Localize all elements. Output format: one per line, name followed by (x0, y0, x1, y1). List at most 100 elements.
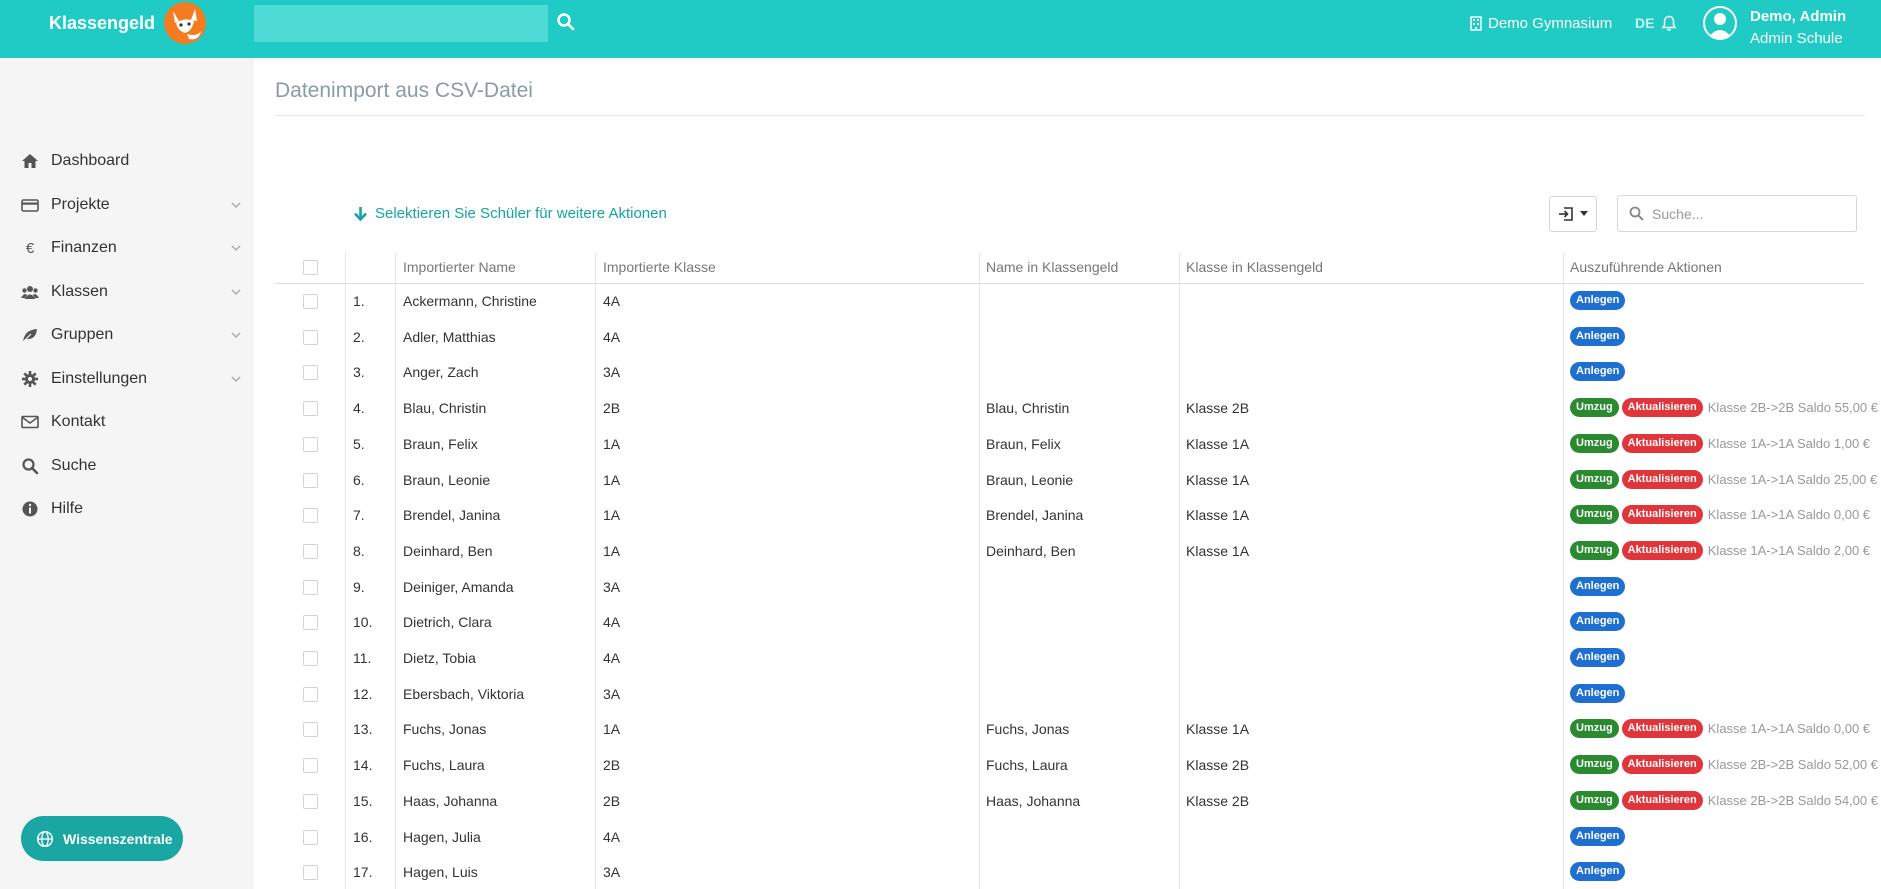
umzug-badge[interactable]: Umzug (1570, 434, 1619, 453)
aktualisieren-badge[interactable]: Aktualisieren (1621, 470, 1703, 489)
top-search-input[interactable] (254, 5, 548, 42)
row-checkbox[interactable] (303, 508, 318, 523)
anlegen-badge[interactable]: Anlegen (1570, 684, 1626, 703)
table-row[interactable]: 8. Deinhard, Ben 1A Deinhard, Ben Klasse 1A U… (275, 534, 1870, 569)
brand[interactable]: Klassengeld (49, 0, 209, 46)
column-header-imported-name[interactable]: Importierter Name (403, 259, 516, 275)
table-row[interactable]: 16. Hagen, Julia 4A Anlegen (275, 820, 1864, 855)
umzug-badge[interactable]: Umzug (1570, 755, 1619, 774)
umzug-badge[interactable]: Umzug (1570, 541, 1619, 560)
aktualisieren-badge[interactable]: Aktualisieren (1621, 791, 1703, 810)
table-row[interactable]: 14. Fuchs, Laura 2B Fuchs, Laura Klasse 2B Um… (275, 748, 1878, 783)
aktualisieren-badge[interactable]: Aktualisieren (1621, 719, 1703, 738)
name-in-klassengeld: Brendel, Janina (986, 507, 1084, 523)
table-row[interactable]: 10. Dietrich, Clara 4A Anlegen (275, 605, 1864, 640)
school-link[interactable]: Demo Gymnasium (1470, 0, 1612, 46)
imported-class: 1A (603, 721, 621, 737)
anlegen-badge[interactable]: Anlegen (1570, 648, 1626, 667)
sidebar-item-hilfe[interactable]: Hilfe (0, 494, 254, 524)
row-checkbox[interactable] (303, 794, 318, 809)
table-row[interactable]: 1. Ackermann, Christine 4A Anlegen (275, 284, 1864, 319)
aktualisieren-badge[interactable]: Aktualisieren (1621, 434, 1703, 453)
anlegen-badge[interactable]: Anlegen (1570, 862, 1626, 881)
aktualisieren-badge[interactable]: Aktualisieren (1621, 755, 1703, 774)
search-icon (22, 458, 39, 475)
gear-icon (22, 371, 38, 387)
table-search-input[interactable] (1652, 196, 1852, 231)
row-checkbox[interactable] (303, 865, 318, 880)
anlegen-badge[interactable]: Anlegen (1570, 577, 1626, 596)
imported-class: 4A (603, 650, 621, 666)
row-checkbox[interactable] (303, 722, 318, 737)
anlegen-badge[interactable]: Anlegen (1570, 362, 1626, 381)
notifications-button[interactable] (1661, 0, 1677, 46)
table-row[interactable]: 11. Dietz, Tobia 4A Anlegen (275, 641, 1864, 676)
column-header-imported-class[interactable]: Importierte Klasse (603, 259, 716, 275)
table-row[interactable]: 4. Blau, Christin 2B Blau, Christin Klasse 2… (275, 391, 1878, 426)
anlegen-badge[interactable]: Anlegen (1570, 612, 1626, 631)
aktualisieren-badge[interactable]: Aktualisieren (1621, 505, 1703, 524)
row-checkbox[interactable] (303, 365, 318, 380)
column-header-actions[interactable]: Auszuführende Aktionen (1570, 259, 1722, 275)
anlegen-badge[interactable]: Anlegen (1570, 827, 1626, 846)
user-menu[interactable]: Demo, Admin Admin Schule (1703, 6, 1846, 50)
table-row[interactable]: 12. Ebersbach, Viktoria 3A Anlegen (275, 677, 1864, 712)
table-row[interactable]: 7. Brendel, Janina 1A Brendel, Janina Klasse… (275, 498, 1870, 533)
imported-class: 2B (603, 400, 621, 416)
row-checkbox[interactable] (303, 401, 318, 416)
row-checkbox[interactable] (303, 651, 318, 666)
name-in-klassengeld: Braun, Leonie (986, 472, 1074, 488)
imported-class: 1A (603, 543, 621, 559)
sidebar-item-gruppen[interactable]: Gruppen (0, 320, 254, 350)
wissenszentrale-button[interactable]: Wissenszentrale (21, 816, 183, 861)
table-row[interactable]: 2. Adler, Matthias 4A Anlegen (275, 320, 1864, 355)
aktualisieren-badge[interactable]: Aktualisieren (1621, 398, 1703, 417)
umzug-badge[interactable]: Umzug (1570, 505, 1619, 524)
row-checkbox[interactable] (303, 687, 318, 702)
aktualisieren-badge[interactable]: Aktualisieren (1621, 541, 1703, 560)
table-row[interactable]: 15. Haas, Johanna 2B Haas, Johanna Klasse 2B… (275, 784, 1878, 819)
row-checkbox[interactable] (303, 615, 318, 630)
row-checkbox[interactable] (303, 758, 318, 773)
table-row[interactable]: 9. Deiniger, Amanda 3A Anlegen (275, 570, 1864, 605)
row-checkbox[interactable] (303, 330, 318, 345)
language-switch[interactable]: DE (1635, 0, 1654, 46)
umzug-badge[interactable]: Umzug (1570, 719, 1619, 738)
select-all-checkbox[interactable] (303, 260, 318, 275)
search-icon[interactable] (556, 12, 576, 32)
imported-class: 3A (603, 686, 621, 702)
sidebar-item-dashboard[interactable]: Dashboard (0, 146, 254, 176)
sidebar-item-suche[interactable]: Suche (0, 451, 254, 481)
saldo-note: Klasse 2B->2B Saldo 54,00 € (1707, 793, 1878, 808)
umzug-badge[interactable]: Umzug (1570, 470, 1619, 489)
table-row[interactable]: 17. Hagen, Luis 3A Anlegen (275, 855, 1864, 889)
sidebar-item-finanzen[interactable]: € Finanzen (0, 233, 254, 263)
row-checkbox[interactable] (303, 294, 318, 309)
table-row[interactable]: 3. Anger, Zach 3A Anlegen (275, 355, 1864, 390)
select-hint[interactable]: Selektieren Sie Schüler für weitere Akti… (354, 205, 667, 222)
anlegen-badge[interactable]: Anlegen (1570, 291, 1626, 310)
column-header-name-kg[interactable]: Name in Klassengeld (986, 259, 1118, 275)
row-number: 12. (353, 686, 373, 702)
row-checkbox[interactable] (303, 580, 318, 595)
row-checkbox[interactable] (303, 830, 318, 845)
umzug-badge[interactable]: Umzug (1570, 398, 1619, 417)
table-row[interactable]: 13. Fuchs, Jonas 1A Fuchs, Jonas Klasse 1A Um… (275, 712, 1870, 747)
table-row[interactable]: 5. Braun, Felix 1A Braun, Felix Klasse 1A Umz… (275, 427, 1870, 462)
row-checkbox[interactable] (303, 437, 318, 452)
table-row[interactable]: 6. Braun, Leonie 1A Braun, Leonie Klasse 1A U… (275, 463, 1877, 498)
export-dropdown-button[interactable] (1549, 196, 1597, 232)
column-header-class-kg[interactable]: Klasse in Klassengeld (1186, 259, 1323, 275)
row-number: 6. (353, 472, 365, 488)
row-checkbox[interactable] (303, 473, 318, 488)
sidebar-item-kontakt[interactable]: Kontakt (0, 407, 254, 437)
umzug-badge[interactable]: Umzug (1570, 791, 1619, 810)
anlegen-badge[interactable]: Anlegen (1570, 327, 1626, 346)
imported-name: Dietz, Tobia (403, 650, 476, 666)
sidebar-item-klassen[interactable]: Klassen (0, 277, 254, 307)
row-actions: Anlegen (1570, 327, 1630, 346)
row-actions: Anlegen (1570, 827, 1630, 846)
row-checkbox[interactable] (303, 544, 318, 559)
sidebar-item-projekte[interactable]: Projekte (0, 190, 254, 220)
sidebar-item-einstellungen[interactable]: Einstellungen (0, 364, 254, 394)
